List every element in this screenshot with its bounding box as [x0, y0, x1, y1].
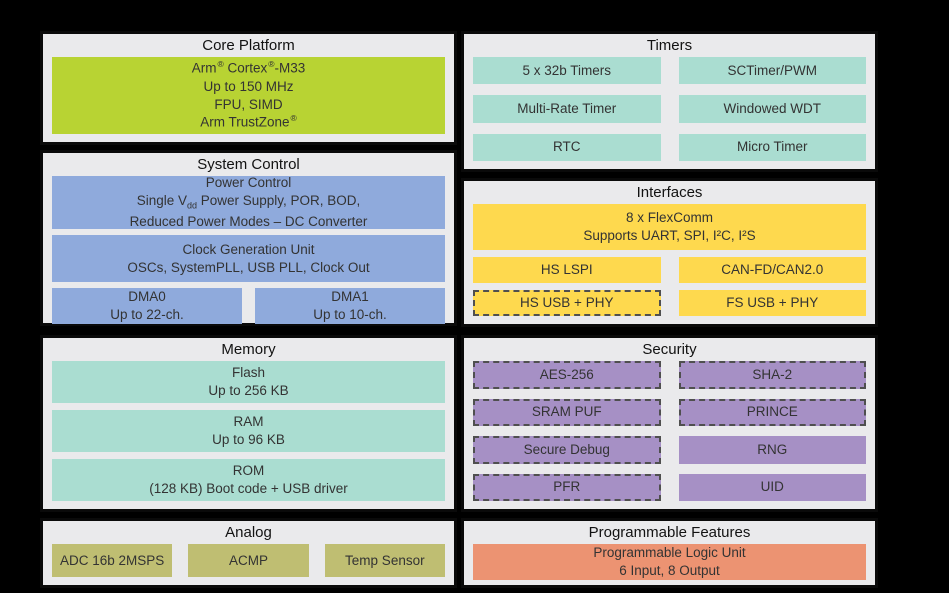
interfaces-body: 8 x FlexComm Supports UART, SPI, I²C, I²…	[473, 204, 866, 316]
vdd-pre: Single V	[137, 193, 187, 208]
block-fs-usb-phy: FS USB + PHY	[679, 290, 867, 316]
section-title-security: Security	[464, 338, 875, 360]
security-body: AES-256 SHA-2 SRAM PUF PRINCE Secure Deb…	[473, 361, 866, 501]
dma1-title: DMA1	[255, 288, 445, 306]
block-cortex-m33: Arm® Cortex®-M33 Up to 150 MHz FPU, SIMD…	[52, 57, 445, 134]
block-rtc: RTC	[473, 134, 661, 161]
cpu-name-mid: Cortex	[224, 61, 268, 76]
block-power-control: Power Control Single Vdd Power Supply, P…	[52, 176, 445, 229]
section-interfaces: Interfaces 8 x FlexComm Supports UART, S…	[461, 178, 878, 327]
plu-title: Programmable Logic Unit	[473, 544, 866, 562]
power-modes-line: Reduced Power Modes – DC Converter	[52, 213, 445, 231]
power-control-title: Power Control	[52, 174, 445, 192]
block-multi-rate-timer: Multi-Rate Timer	[473, 95, 661, 122]
vdd-subscript: dd	[187, 201, 197, 211]
system-control-body: Power Control Single Vdd Power Supply, P…	[52, 176, 445, 324]
registered-mark: ®	[291, 113, 297, 123]
cpu-name-pre: Arm	[192, 61, 217, 76]
flexcomm-title: 8 x FlexComm	[473, 209, 866, 227]
section-title-programmable-features: Programmable Features	[464, 521, 875, 543]
section-programmable-features: Programmable Features Programmable Logic…	[461, 518, 878, 588]
block-temp-sensor: Temp Sensor	[325, 544, 445, 577]
block-pfr: PFR	[473, 474, 661, 502]
block-32b-timers: 5 x 32b Timers	[473, 57, 661, 84]
section-analog: Analog ADC 16b 2MSPS ACMP Temp Sensor	[40, 518, 457, 588]
block-dma1: DMA1 Up to 10-ch.	[255, 288, 445, 324]
block-uid: UID	[679, 474, 867, 502]
cpu-speed-line: Up to 150 MHz	[52, 78, 445, 96]
block-flash: Flash Up to 256 KB	[52, 361, 445, 403]
dma-row: DMA0 Up to 22-ch. DMA1 Up to 10-ch.	[52, 288, 445, 324]
block-micro-timer: Micro Timer	[679, 134, 867, 161]
block-clock-generation: Clock Generation Unit OSCs, SystemPLL, U…	[52, 235, 445, 282]
mcu-block-diagram: Core Platform Arm® Cortex®-M33 Up to 150…	[0, 0, 949, 593]
block-hs-usb-phy: HS USB + PHY	[473, 290, 661, 316]
block-adc: ADC 16b 2MSPS	[52, 544, 172, 577]
block-rng: RNG	[679, 436, 867, 464]
block-dma0: DMA0 Up to 22-ch.	[52, 288, 242, 324]
block-hs-lspi: HS LSPI	[473, 257, 661, 283]
section-title-memory: Memory	[43, 338, 454, 360]
block-can-fd: CAN-FD/CAN2.0	[679, 257, 867, 283]
power-supply-line: Single Vdd Power Supply, POR, BOD,	[52, 192, 445, 213]
cpu-name-post: -M33	[275, 61, 306, 76]
core-platform-body: Arm® Cortex®-M33 Up to 150 MHz FPU, SIMD…	[52, 57, 445, 134]
timers-body: 5 x 32b Timers SCTimer/PWM Multi-Rate Ti…	[473, 57, 866, 161]
vdd-post: Power Supply, POR, BOD,	[197, 193, 360, 208]
section-core-platform: Core Platform Arm® Cortex®-M33 Up to 150…	[40, 31, 457, 145]
memory-body: Flash Up to 256 KB RAM Up to 96 KB ROM (…	[52, 361, 445, 501]
block-programmable-logic-unit: Programmable Logic Unit 6 Input, 8 Outpu…	[473, 544, 866, 580]
flash-size: Up to 256 KB	[52, 382, 445, 400]
block-ram: RAM Up to 96 KB	[52, 410, 445, 452]
rom-title: ROM	[52, 462, 445, 480]
block-windowed-wdt: Windowed WDT	[679, 95, 867, 122]
dma0-detail: Up to 22-ch.	[52, 306, 242, 324]
block-aes-256: AES-256	[473, 361, 661, 389]
dma0-title: DMA0	[52, 288, 242, 306]
section-system-control: System Control Power Control Single Vdd …	[40, 150, 457, 326]
section-title-interfaces: Interfaces	[464, 181, 875, 203]
section-timers: Timers 5 x 32b Timers SCTimer/PWM Multi-…	[461, 31, 878, 172]
ram-size: Up to 96 KB	[52, 431, 445, 449]
cpu-features-line: FPU, SIMD	[52, 96, 445, 114]
ram-title: RAM	[52, 413, 445, 431]
clock-title: Clock Generation Unit	[52, 241, 445, 259]
programmable-body: Programmable Logic Unit 6 Input, 8 Outpu…	[473, 544, 866, 580]
section-title-core-platform: Core Platform	[43, 34, 454, 56]
block-prince: PRINCE	[679, 399, 867, 427]
interfaces-row-2: HS USB + PHY FS USB + PHY	[473, 290, 866, 316]
block-rom: ROM (128 KB) Boot code + USB driver	[52, 459, 445, 501]
section-memory: Memory Flash Up to 256 KB RAM Up to 96 K…	[40, 335, 457, 512]
rom-detail: (128 KB) Boot code + USB driver	[52, 480, 445, 498]
section-title-system-control: System Control	[43, 153, 454, 175]
block-flexcomm: 8 x FlexComm Supports UART, SPI, I²C, I²…	[473, 204, 866, 250]
section-security: Security AES-256 SHA-2 SRAM PUF PRINCE S…	[461, 335, 878, 512]
flexcomm-detail: Supports UART, SPI, I²C, I²S	[473, 227, 866, 245]
analog-body: ADC 16b 2MSPS ACMP Temp Sensor	[52, 544, 445, 577]
section-title-timers: Timers	[464, 34, 875, 56]
block-acmp: ACMP	[188, 544, 308, 577]
dma1-detail: Up to 10-ch.	[255, 306, 445, 324]
cpu-name-line: Arm® Cortex®-M33	[52, 59, 445, 77]
block-sha-2: SHA-2	[679, 361, 867, 389]
flash-title: Flash	[52, 364, 445, 382]
trustzone-text: Arm TrustZone	[200, 115, 289, 130]
block-sctimer-pwm: SCTimer/PWM	[679, 57, 867, 84]
block-secure-debug: Secure Debug	[473, 436, 661, 464]
plu-detail: 6 Input, 8 Output	[473, 562, 866, 580]
clock-detail: OSCs, SystemPLL, USB PLL, Clock Out	[52, 259, 445, 277]
trustzone-line: Arm TrustZone®	[52, 113, 445, 131]
section-title-analog: Analog	[43, 521, 454, 543]
block-sram-puf: SRAM PUF	[473, 399, 661, 427]
interfaces-row-1: HS LSPI CAN-FD/CAN2.0	[473, 257, 866, 283]
